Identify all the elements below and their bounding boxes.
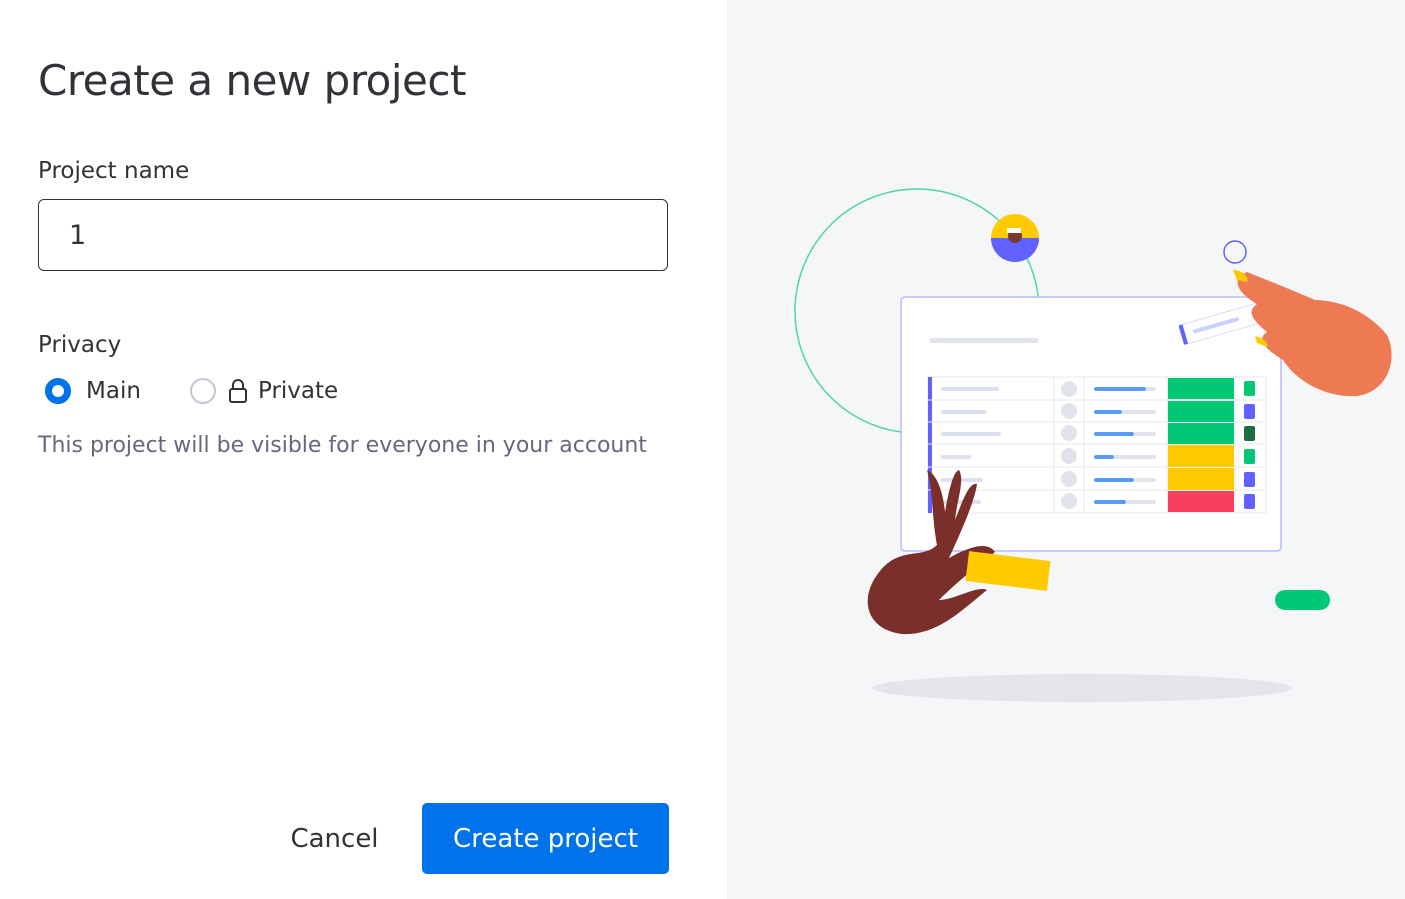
avatar-icon xyxy=(991,214,1039,262)
privacy-option-main[interactable]: Main xyxy=(45,378,141,404)
private-radio-button[interactable] xyxy=(190,378,216,404)
privacy-option-private[interactable]: Private xyxy=(190,378,338,404)
lock-icon xyxy=(228,378,248,404)
create-project-button[interactable]: Create project xyxy=(422,803,669,874)
page-title: Create a new project xyxy=(38,56,466,105)
cancel-button[interactable]: Cancel xyxy=(272,803,397,874)
dialog-form: Create a new project Project name Privac… xyxy=(0,0,727,899)
privacy-label: Privacy xyxy=(38,332,122,358)
privacy-description: This project will be visible for everyon… xyxy=(38,433,647,458)
main-radio-button[interactable] xyxy=(45,378,71,404)
privacy-option-private-label: Private xyxy=(258,378,339,404)
project-name-label: Project name xyxy=(38,158,190,184)
project-board-illustration xyxy=(794,188,1392,702)
project-name-input[interactable] xyxy=(38,199,668,271)
privacy-option-main-label: Main xyxy=(86,378,141,404)
illustration-panel xyxy=(727,0,1405,899)
